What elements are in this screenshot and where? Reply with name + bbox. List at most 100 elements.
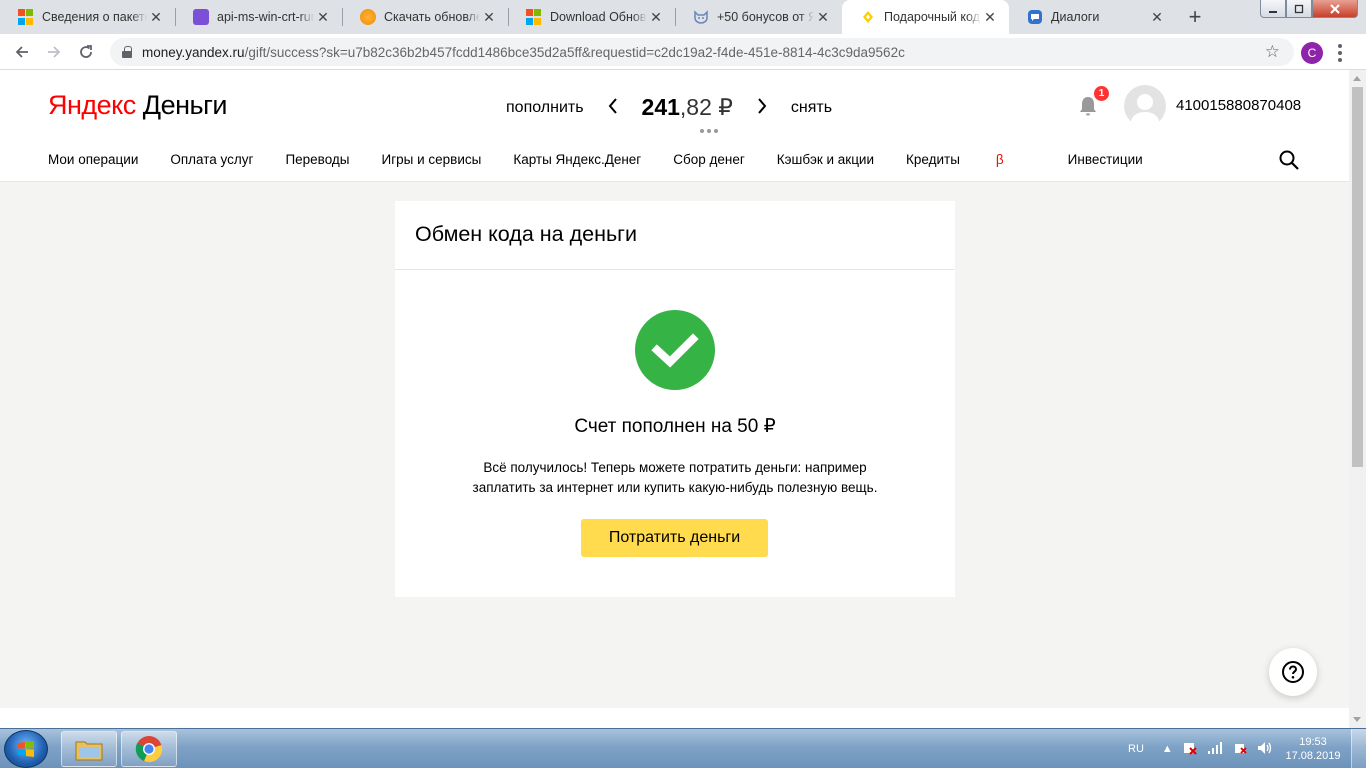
nav-item-cashback[interactable]: Кэшбэк и акции [777, 152, 874, 167]
page-viewport: Яндекс Деньги пополнить 241,82 ₽ снять 1… [0, 70, 1349, 728]
chevron-right-icon[interactable] [757, 97, 767, 118]
browser-tab-active[interactable]: Подарочный код | Яндекс ✕ [842, 0, 1009, 34]
page-scrollbar[interactable] [1349, 70, 1366, 728]
forward-button[interactable] [42, 40, 66, 64]
browser-tab[interactable]: Скачать обновление ✕ [342, 0, 508, 34]
network-signal-icon[interactable] [1207, 741, 1223, 758]
card-title: Обмен кода на деньги [415, 222, 637, 246]
window-close-button[interactable] [1312, 0, 1358, 18]
user-silhouette-icon [1130, 94, 1160, 127]
withdraw-link[interactable]: снять [791, 99, 832, 117]
notification-badge: 1 [1093, 85, 1110, 102]
arrow-left-icon [15, 46, 28, 58]
yandex-money-logo[interactable]: Яндекс Деньги [48, 90, 228, 121]
tab-title: api-ms-win-crt-runtime [217, 10, 314, 24]
power-icon[interactable] [1233, 741, 1247, 758]
tab-close-icon[interactable]: ✕ [480, 8, 498, 26]
question-icon [1282, 661, 1304, 683]
orange-icon [360, 9, 376, 25]
more-dots-icon[interactable] [700, 129, 718, 133]
windows-taskbar: RU ▲ 19:53 17.08.2019 [0, 728, 1366, 768]
main-nav: Мои операции Оплата услуг Переводы Игры … [48, 152, 1175, 167]
search-icon[interactable] [1279, 150, 1299, 170]
bookmark-star-icon[interactable]: ☆ [1265, 42, 1280, 62]
divider [395, 269, 955, 270]
windows-logo-icon [18, 741, 34, 757]
nav-item-fundraising[interactable]: Сбор денег [673, 152, 745, 167]
page-footer [0, 708, 1349, 728]
tab-title: Сведения о пакете [42, 10, 147, 24]
tab-close-icon[interactable]: ✕ [814, 8, 832, 26]
topup-link[interactable]: пополнить [506, 99, 584, 117]
browser-tab-strip: Сведения о пакете ✕ api-ms-win-crt-runti… [0, 0, 1366, 34]
maximize-button[interactable] [1286, 0, 1312, 18]
tab-close-icon[interactable]: ✕ [314, 8, 332, 26]
nav-item-cards[interactable]: Карты Яндекс.Денег [513, 152, 641, 167]
url-text: money.yandex.ru/gift/success?sk=u7b82c36… [142, 44, 905, 60]
account-number[interactable]: 410015880870408 [1176, 97, 1301, 114]
nav-item-investments[interactable]: Инвестиции [1068, 152, 1143, 167]
result-message: Счет пополнен на 50 ₽ [574, 416, 776, 437]
balance-widget: пополнить 241,82 ₽ снять [506, 94, 832, 121]
taskbar-chrome-button[interactable] [121, 731, 177, 767]
tab-title: Download Обновление [550, 10, 647, 24]
success-check-icon [635, 310, 715, 390]
nav-item-operations[interactable]: Мои операции [48, 152, 138, 167]
spend-money-button[interactable]: Потратить деньги [581, 519, 768, 557]
tab-close-icon[interactable]: ✕ [981, 8, 999, 26]
result-description: Всё получилось! Теперь можете потратить … [472, 460, 878, 495]
tab-close-icon[interactable]: ✕ [1148, 8, 1166, 26]
chat-icon [1027, 9, 1043, 25]
start-button[interactable] [4, 730, 48, 768]
browser-tab[interactable]: Download Обновление ✕ [508, 0, 675, 34]
system-tray: RU ▲ [1128, 729, 1283, 768]
language-indicator[interactable]: RU [1128, 743, 1144, 755]
microsoft-logo-icon [526, 9, 542, 25]
back-button[interactable] [10, 40, 34, 64]
browser-tab[interactable]: +50 бонусов от Яндекс ✕ [675, 0, 842, 34]
lock-icon [122, 46, 132, 58]
volume-icon[interactable] [1257, 741, 1273, 758]
reload-button[interactable] [74, 40, 98, 64]
tab-title: Диалоги [1051, 10, 1100, 24]
address-bar[interactable]: money.yandex.ru/gift/success?sk=u7b82c36… [110, 38, 1294, 66]
tab-close-icon[interactable]: ✕ [147, 8, 165, 26]
minimize-button[interactable] [1260, 0, 1286, 18]
profile-avatar[interactable]: C [1301, 42, 1323, 64]
site-header: Яндекс Деньги пополнить 241,82 ₽ снять 1… [0, 70, 1349, 182]
browser-menu-icon[interactable] [1338, 44, 1342, 62]
nav-item-payments[interactable]: Оплата услуг [170, 152, 253, 167]
nav-item-transfers[interactable]: Переводы [285, 152, 349, 167]
balance-amount: 241,82 ₽ [641, 94, 733, 120]
nav-item-games[interactable]: Игры и сервисы [382, 152, 482, 167]
folder-icon [75, 741, 103, 761]
yandex-money-icon [860, 9, 876, 25]
browser-tab[interactable]: api-ms-win-crt-runtime ✕ [175, 0, 342, 34]
tab-close-icon[interactable]: ✕ [647, 8, 665, 26]
chevron-left-icon[interactable] [608, 97, 618, 118]
file-icon [193, 9, 209, 25]
reload-icon [80, 45, 92, 58]
browser-toolbar: money.yandex.ru/gift/success?sk=u7b82c36… [0, 34, 1366, 70]
help-button[interactable] [1269, 648, 1317, 696]
chrome-icon [135, 736, 163, 763]
browser-tab[interactable]: Диалоги ✕ [1009, 0, 1176, 34]
show-hidden-icons-icon[interactable]: ▲ [1162, 743, 1173, 755]
arrow-right-icon [48, 46, 61, 58]
nav-item-credits[interactable]: Кредиты β [906, 152, 1036, 167]
tab-title: Скачать обновление [384, 10, 480, 24]
new-tab-button[interactable]: + [1181, 4, 1209, 30]
browser-tab[interactable]: Сведения о пакете ✕ [0, 0, 175, 34]
scrollbar-thumb[interactable] [1352, 87, 1363, 467]
taskbar-explorer-button[interactable] [61, 731, 117, 767]
beta-mark: β [995, 152, 1004, 167]
microsoft-logo-icon [18, 9, 34, 25]
user-avatar[interactable] [1124, 85, 1166, 127]
mask-icon [693, 9, 709, 25]
action-center-icon[interactable] [1183, 741, 1197, 758]
window-controls [1260, 0, 1358, 20]
tab-title: +50 бонусов от Яндекс [717, 10, 814, 24]
show-desktop-button[interactable] [1351, 729, 1366, 768]
system-clock[interactable]: 19:53 17.08.2019 [1282, 735, 1344, 763]
gift-code-card: Обмен кода на деньги Счет пополнен на 50… [395, 201, 955, 597]
